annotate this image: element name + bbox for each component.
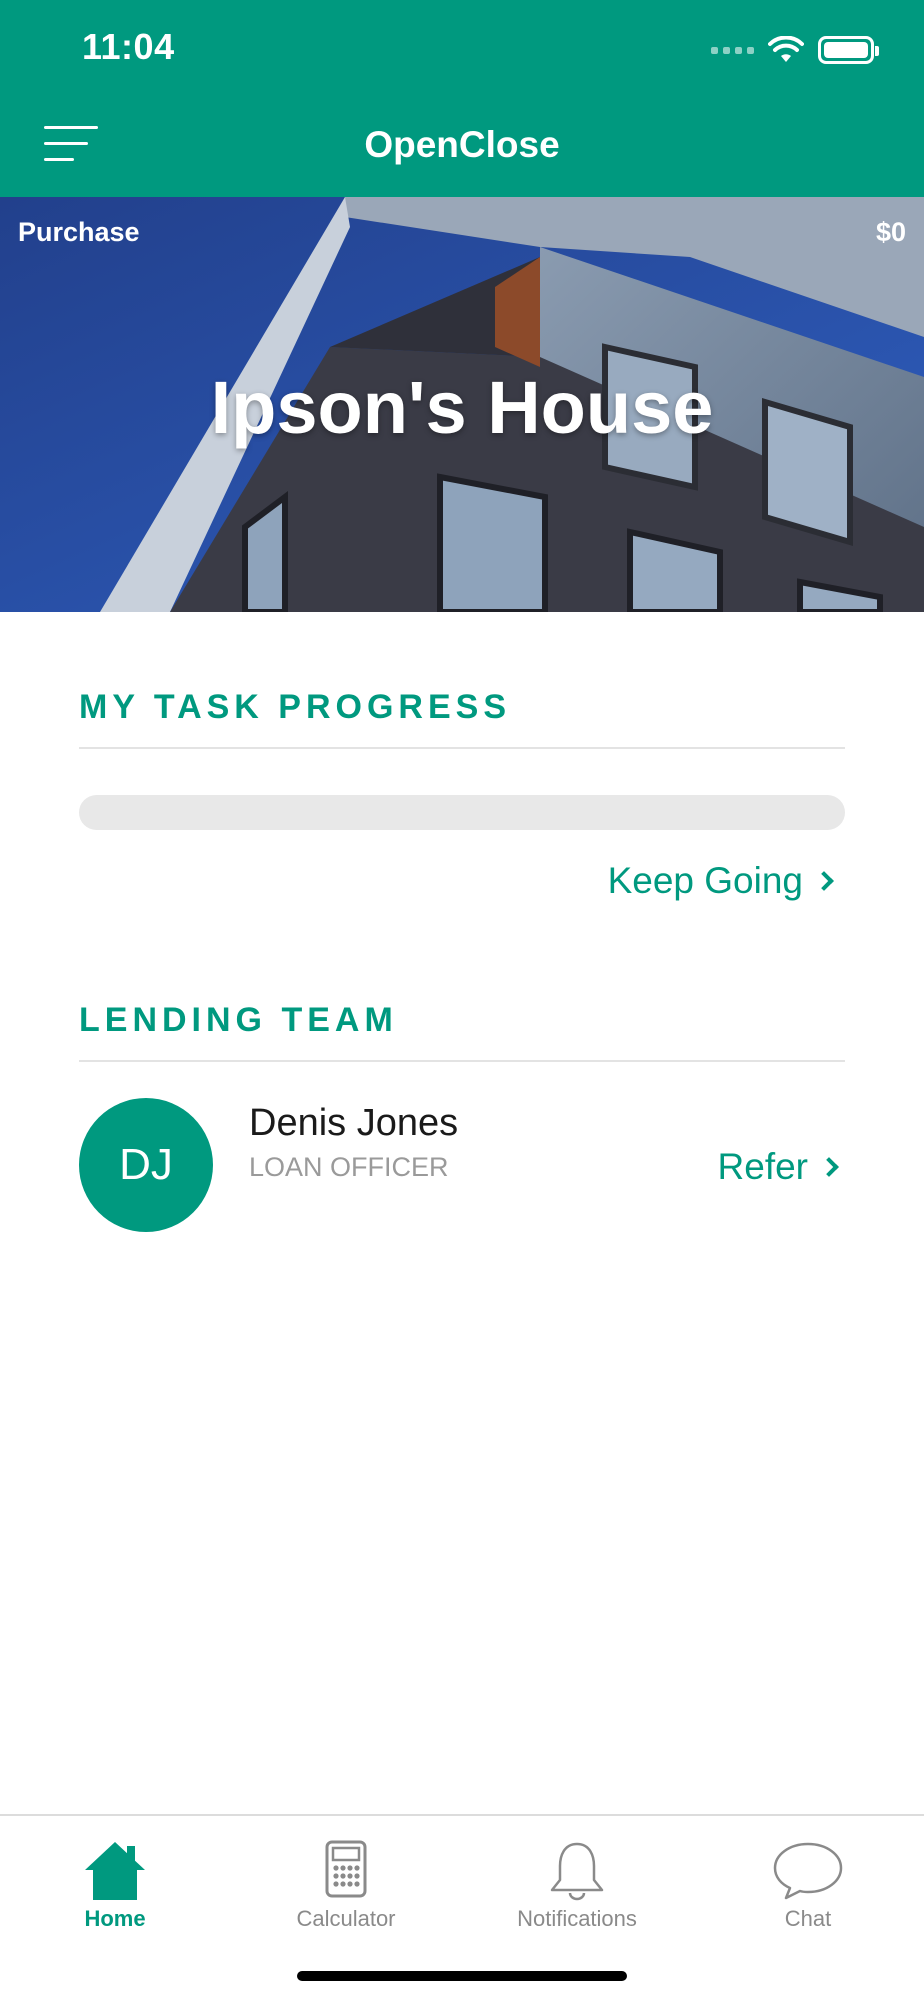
task-progress-bar xyxy=(79,795,845,830)
status-indicators xyxy=(711,34,879,66)
app-header: 11:04 OpenClose xyxy=(0,0,924,197)
chevron-right-icon xyxy=(814,871,834,891)
keep-going-label: Keep Going xyxy=(607,860,803,901)
avatar: DJ xyxy=(79,1098,213,1232)
property-title: Ipson's House xyxy=(210,366,714,449)
property-hero: Purchase $0 Ipson's House xyxy=(0,197,924,612)
tab-chat-label: Chat xyxy=(784,1906,832,1931)
refer-label: Refer xyxy=(717,1146,808,1187)
chevron-right-icon xyxy=(819,1157,839,1177)
status-time: 11:04 xyxy=(82,26,175,67)
tab-calculator[interactable]: Calculator xyxy=(246,1826,446,1936)
section-divider xyxy=(79,1060,845,1062)
home-icon xyxy=(85,1842,145,1900)
team-member-role: LOAN OFFICER xyxy=(249,1152,449,1182)
wifi-icon xyxy=(768,36,804,62)
bell-icon xyxy=(550,1842,604,1901)
task-progress-heading: MY TASK PROGRESS xyxy=(79,688,512,726)
keep-going-button[interactable]: Keep Going xyxy=(607,860,834,902)
chat-icon xyxy=(773,1842,843,1900)
team-member-name: Denis Jones xyxy=(249,1102,459,1144)
home-indicator xyxy=(297,1971,627,1981)
property-price: $0 xyxy=(875,217,906,247)
section-divider xyxy=(79,747,845,749)
tab-notifications-label: Notifications xyxy=(517,1906,637,1931)
lending-team-heading: LENDING TEAM xyxy=(79,1001,398,1039)
cellular-signal-icon xyxy=(711,46,754,54)
tab-calculator-label: Calculator xyxy=(296,1906,396,1931)
loan-type-label: Purchase xyxy=(18,217,140,247)
refer-button[interactable]: Refer xyxy=(717,1146,839,1188)
tab-home-label: Home xyxy=(84,1906,146,1931)
calculator-icon xyxy=(325,1840,367,1898)
app-title: OpenClose xyxy=(364,124,560,165)
battery-icon xyxy=(818,36,879,64)
tab-notifications[interactable]: Notifications xyxy=(477,1826,677,1936)
tab-chat[interactable]: Chat xyxy=(708,1826,908,1936)
tab-home[interactable]: Home xyxy=(15,1826,215,1936)
